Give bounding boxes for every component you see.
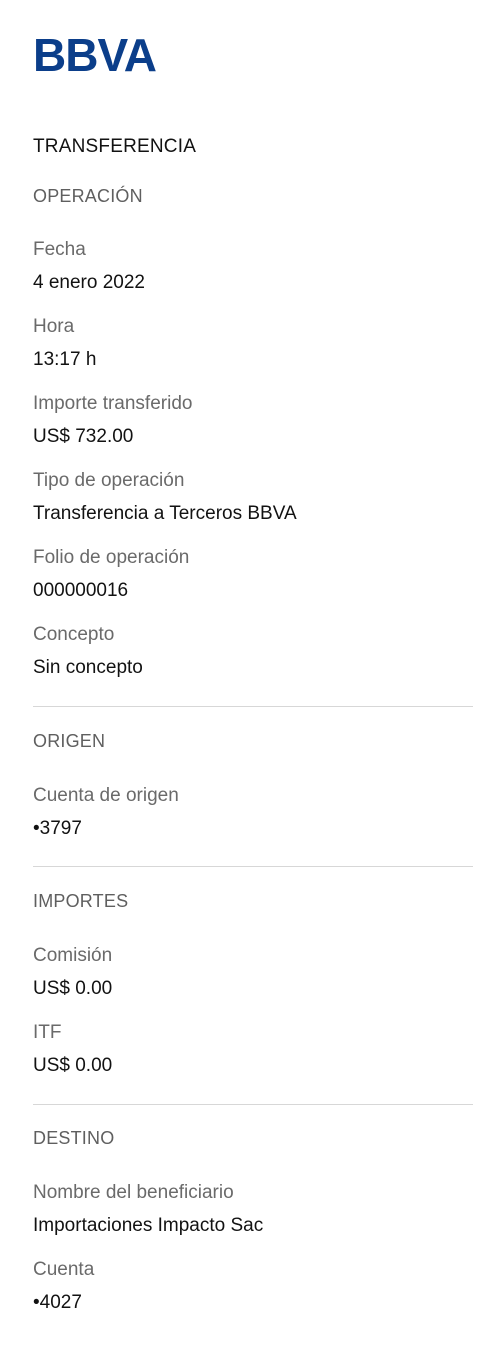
comision-label: Comisión [33, 945, 113, 966]
beneficiario-label: Nombre del beneficiario [33, 1182, 234, 1203]
concepto-value: Sin concepto [33, 657, 143, 678]
concepto-label: Concepto [33, 624, 115, 645]
section-title-importes: IMPORTES [33, 891, 129, 911]
transfer-receipt: BBVA TRANSFERENCIA OPERACIÓN Fecha 4 ene… [0, 0, 484, 1346]
tipo-operacion-label: Tipo de operación [33, 470, 185, 491]
bbva-logo-text: BBVA [33, 29, 157, 81]
fecha-label: Fecha [33, 239, 86, 260]
importe-transferido-value: US$ 732.00 [33, 426, 134, 447]
divider [33, 1104, 473, 1105]
cuenta-destino-label: Cuenta [33, 1259, 95, 1280]
section-title-destino: DESTINO [33, 1128, 115, 1148]
divider [33, 866, 473, 867]
section-title-origen: ORIGEN [33, 731, 106, 751]
cuenta-destino-value: •4027 [33, 1292, 82, 1313]
cuenta-origen-label: Cuenta de origen [33, 785, 179, 806]
cuenta-origen-value: •3797 [33, 818, 82, 839]
fecha-value: 4 enero 2022 [33, 272, 145, 293]
comision-value: US$ 0.00 [33, 978, 113, 999]
hora-value: 13:17 h [33, 349, 97, 370]
folio-operacion-label: Folio de operación [33, 547, 190, 568]
itf-label: ITF [33, 1022, 62, 1043]
bbva-logo: BBVA [33, 29, 157, 81]
divider [33, 706, 473, 707]
hora-label: Hora [33, 316, 75, 337]
itf-value: US$ 0.00 [33, 1055, 113, 1076]
folio-operacion-value: 000000016 [33, 580, 129, 601]
tipo-operacion-value: Transferencia a Terceros BBVA [33, 503, 297, 524]
beneficiario-value: Importaciones Impacto Sac [33, 1215, 264, 1236]
page-title: TRANSFERENCIA [33, 136, 197, 157]
section-title-operacion: OPERACIÓN [33, 186, 143, 206]
importe-transferido-label: Importe transferido [33, 393, 193, 414]
